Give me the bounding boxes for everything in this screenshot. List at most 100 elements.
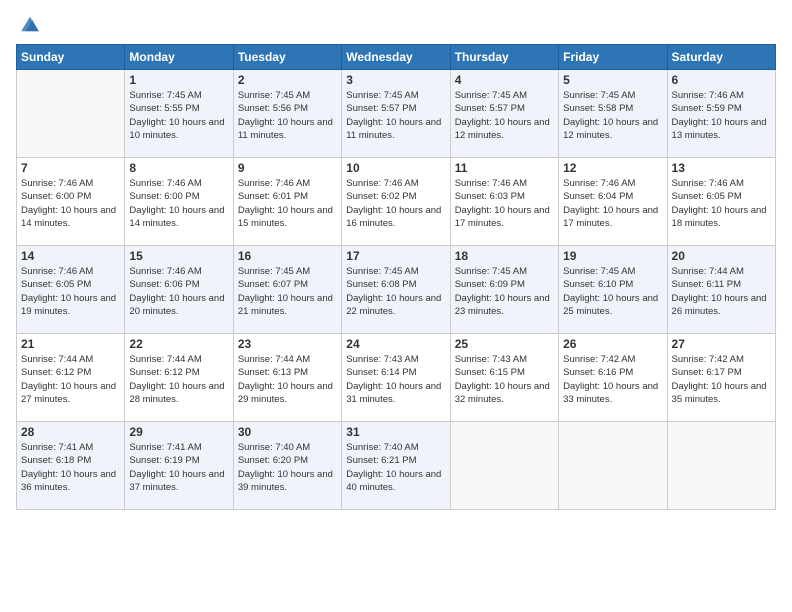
day-info: Sunrise: 7:44 AMSunset: 6:12 PMDaylight:… — [129, 353, 228, 406]
calendar-day: 11 Sunrise: 7:46 AMSunset: 6:03 PMDayligh… — [450, 158, 558, 246]
weekday-header: Saturday — [667, 45, 775, 70]
day-info: Sunrise: 7:46 AMSunset: 6:01 PMDaylight:… — [238, 177, 337, 230]
calendar-day: 4 Sunrise: 7:45 AMSunset: 5:57 PMDaylight… — [450, 70, 558, 158]
calendar-day — [17, 70, 125, 158]
day-info: Sunrise: 7:45 AMSunset: 6:07 PMDaylight:… — [238, 265, 337, 318]
calendar-body: 1Sunrise: 7:45 AMSunset: 5:55 PMDaylight… — [17, 70, 776, 510]
calendar-day: 30 Sunrise: 7:40 AMSunset: 6:20 PMDayligh… — [233, 422, 341, 510]
calendar-day: 5 Sunrise: 7:45 AMSunset: 5:58 PMDaylight… — [559, 70, 667, 158]
day-number: 21 — [21, 337, 120, 351]
day-number: 1 — [129, 73, 228, 87]
calendar-day: 28 Sunrise: 7:41 AMSunset: 6:18 PMDayligh… — [17, 422, 125, 510]
day-number: 8 — [129, 161, 228, 175]
calendar-day: 6 Sunrise: 7:46 AMSunset: 5:59 PMDaylight… — [667, 70, 775, 158]
day-number: 3 — [346, 73, 445, 87]
calendar-table: SundayMondayTuesdayWednesdayThursdayFrid… — [16, 44, 776, 510]
day-info: Sunrise: 7:44 AMSunset: 6:12 PMDaylight:… — [21, 353, 120, 406]
day-number: 17 — [346, 249, 445, 263]
calendar-day: 19Sunrise: 7:45 AMSunset: 6:10 PMDayligh… — [559, 246, 667, 334]
day-info: Sunrise: 7:43 AMSunset: 6:14 PMDaylight:… — [346, 353, 445, 406]
day-number: 10 — [346, 161, 445, 175]
day-info: Sunrise: 7:44 AMSunset: 6:11 PMDaylight:… — [672, 265, 771, 318]
day-number: 28 — [21, 425, 120, 439]
day-info: Sunrise: 7:40 AMSunset: 6:21 PMDaylight:… — [346, 441, 445, 494]
day-info: Sunrise: 7:45 AMSunset: 5:57 PMDaylight:… — [346, 89, 445, 142]
logo — [16, 12, 42, 36]
day-number: 6 — [672, 73, 771, 87]
calendar-day: 23Sunrise: 7:44 AMSunset: 6:13 PMDayligh… — [233, 334, 341, 422]
logo-icon — [18, 12, 42, 36]
day-number: 7 — [21, 161, 120, 175]
calendar-day: 13 Sunrise: 7:46 AMSunset: 6:05 PMDayligh… — [667, 158, 775, 246]
calendar-day: 20 Sunrise: 7:44 AMSunset: 6:11 PMDayligh… — [667, 246, 775, 334]
day-info: Sunrise: 7:46 AMSunset: 6:00 PMDaylight:… — [129, 177, 228, 230]
day-number: 11 — [455, 161, 554, 175]
calendar-day — [667, 422, 775, 510]
day-number: 31 — [346, 425, 445, 439]
calendar-day: 1Sunrise: 7:45 AMSunset: 5:55 PMDaylight… — [125, 70, 233, 158]
day-info: Sunrise: 7:40 AMSunset: 6:20 PMDaylight:… — [238, 441, 337, 494]
day-number: 4 — [455, 73, 554, 87]
day-info: Sunrise: 7:41 AMSunset: 6:18 PMDaylight:… — [21, 441, 120, 494]
calendar-day: 14Sunrise: 7:46 AMSunset: 6:05 PMDayligh… — [17, 246, 125, 334]
day-number: 2 — [238, 73, 337, 87]
calendar-day: 12 Sunrise: 7:46 AMSunset: 6:04 PMDayligh… — [559, 158, 667, 246]
day-info: Sunrise: 7:46 AMSunset: 6:02 PMDaylight:… — [346, 177, 445, 230]
day-number: 24 — [346, 337, 445, 351]
calendar-day: 8 Sunrise: 7:46 AMSunset: 6:00 PMDaylight… — [125, 158, 233, 246]
day-info: Sunrise: 7:45 AMSunset: 5:56 PMDaylight:… — [238, 89, 337, 142]
calendar-day: 21 Sunrise: 7:44 AMSunset: 6:12 PMDayligh… — [17, 334, 125, 422]
calendar-day: 17 Sunrise: 7:45 AMSunset: 6:08 PMDayligh… — [342, 246, 450, 334]
calendar-day: 22 Sunrise: 7:44 AMSunset: 6:12 PMDayligh… — [125, 334, 233, 422]
calendar-week: 7 Sunrise: 7:46 AMSunset: 6:00 PMDaylight… — [17, 158, 776, 246]
calendar-week: 28 Sunrise: 7:41 AMSunset: 6:18 PMDayligh… — [17, 422, 776, 510]
day-info: Sunrise: 7:46 AMSunset: 6:04 PMDaylight:… — [563, 177, 662, 230]
day-info: Sunrise: 7:46 AMSunset: 5:59 PMDaylight:… — [672, 89, 771, 142]
calendar-day: 25 Sunrise: 7:43 AMSunset: 6:15 PMDayligh… — [450, 334, 558, 422]
day-number: 14 — [21, 249, 120, 263]
day-info: Sunrise: 7:46 AMSunset: 6:05 PMDaylight:… — [672, 177, 771, 230]
day-number: 25 — [455, 337, 554, 351]
calendar-day: 3 Sunrise: 7:45 AMSunset: 5:57 PMDaylight… — [342, 70, 450, 158]
day-info: Sunrise: 7:44 AMSunset: 6:13 PMDaylight:… — [238, 353, 337, 406]
day-number: 12 — [563, 161, 662, 175]
day-info: Sunrise: 7:42 AMSunset: 6:17 PMDaylight:… — [672, 353, 771, 406]
day-info: Sunrise: 7:46 AMSunset: 6:03 PMDaylight:… — [455, 177, 554, 230]
day-info: Sunrise: 7:42 AMSunset: 6:16 PMDaylight:… — [563, 353, 662, 406]
day-info: Sunrise: 7:41 AMSunset: 6:19 PMDaylight:… — [129, 441, 228, 494]
weekday-header: Tuesday — [233, 45, 341, 70]
day-number: 29 — [129, 425, 228, 439]
calendar-day — [559, 422, 667, 510]
day-info: Sunrise: 7:45 AMSunset: 6:08 PMDaylight:… — [346, 265, 445, 318]
page: SundayMondayTuesdayWednesdayThursdayFrid… — [0, 0, 792, 612]
weekday-header: Friday — [559, 45, 667, 70]
day-number: 13 — [672, 161, 771, 175]
calendar-day — [450, 422, 558, 510]
calendar-day: 2 Sunrise: 7:45 AMSunset: 5:56 PMDaylight… — [233, 70, 341, 158]
calendar-week: 21 Sunrise: 7:44 AMSunset: 6:12 PMDayligh… — [17, 334, 776, 422]
calendar-day: 24 Sunrise: 7:43 AMSunset: 6:14 PMDayligh… — [342, 334, 450, 422]
day-number: 20 — [672, 249, 771, 263]
day-info: Sunrise: 7:45 AMSunset: 6:10 PMDaylight:… — [563, 265, 662, 318]
weekday-header: Wednesday — [342, 45, 450, 70]
calendar-day: 27 Sunrise: 7:42 AMSunset: 6:17 PMDayligh… — [667, 334, 775, 422]
day-info: Sunrise: 7:45 AMSunset: 5:57 PMDaylight:… — [455, 89, 554, 142]
day-number: 27 — [672, 337, 771, 351]
calendar-week: 14Sunrise: 7:46 AMSunset: 6:05 PMDayligh… — [17, 246, 776, 334]
calendar-day: 7 Sunrise: 7:46 AMSunset: 6:00 PMDaylight… — [17, 158, 125, 246]
calendar-day: 9 Sunrise: 7:46 AMSunset: 6:01 PMDaylight… — [233, 158, 341, 246]
day-info: Sunrise: 7:45 AMSunset: 5:58 PMDaylight:… — [563, 89, 662, 142]
day-number: 9 — [238, 161, 337, 175]
day-info: Sunrise: 7:45 AMSunset: 6:09 PMDaylight:… — [455, 265, 554, 318]
day-number: 22 — [129, 337, 228, 351]
calendar-day: 26Sunrise: 7:42 AMSunset: 6:16 PMDayligh… — [559, 334, 667, 422]
calendar-day: 18Sunrise: 7:45 AMSunset: 6:09 PMDayligh… — [450, 246, 558, 334]
day-info: Sunrise: 7:46 AMSunset: 6:00 PMDaylight:… — [21, 177, 120, 230]
calendar-header: SundayMondayTuesdayWednesdayThursdayFrid… — [17, 45, 776, 70]
day-number: 30 — [238, 425, 337, 439]
calendar-week: 1Sunrise: 7:45 AMSunset: 5:55 PMDaylight… — [17, 70, 776, 158]
day-info: Sunrise: 7:43 AMSunset: 6:15 PMDaylight:… — [455, 353, 554, 406]
day-number: 15 — [129, 249, 228, 263]
day-number: 5 — [563, 73, 662, 87]
weekday-header: Monday — [125, 45, 233, 70]
